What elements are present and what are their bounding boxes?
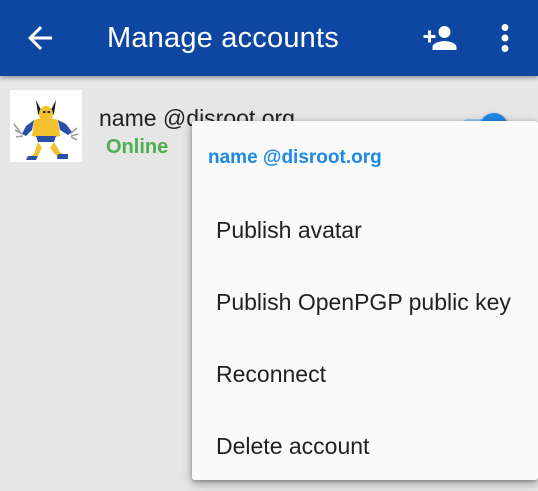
page-title: Manage accounts	[107, 22, 339, 54]
overflow-menu-button[interactable]	[490, 20, 520, 56]
menu-item-delete-account[interactable]: Delete account	[192, 410, 538, 482]
avatar-image-icon	[10, 90, 82, 162]
menu-item-publish-avatar[interactable]: Publish avatar	[192, 194, 538, 266]
arrow-back-icon	[28, 26, 52, 50]
menu-item-publish-openpgp-key[interactable]: Publish OpenPGP public key	[192, 266, 538, 338]
account-status: Online	[106, 136, 169, 158]
person-add-icon	[423, 26, 457, 50]
more-vert-icon	[501, 24, 509, 52]
menu-header: name @disroot.org	[208, 147, 382, 168]
add-account-button[interactable]	[420, 20, 460, 56]
app-bar: Manage accounts	[0, 0, 538, 76]
avatar	[10, 90, 82, 162]
account-context-menu: name @disroot.org Publish avatar Publish…	[192, 121, 538, 480]
menu-item-reconnect[interactable]: Reconnect	[192, 338, 538, 410]
screen: Manage accounts name @disroot.org Online…	[0, 0, 538, 491]
back-button[interactable]	[22, 20, 58, 56]
